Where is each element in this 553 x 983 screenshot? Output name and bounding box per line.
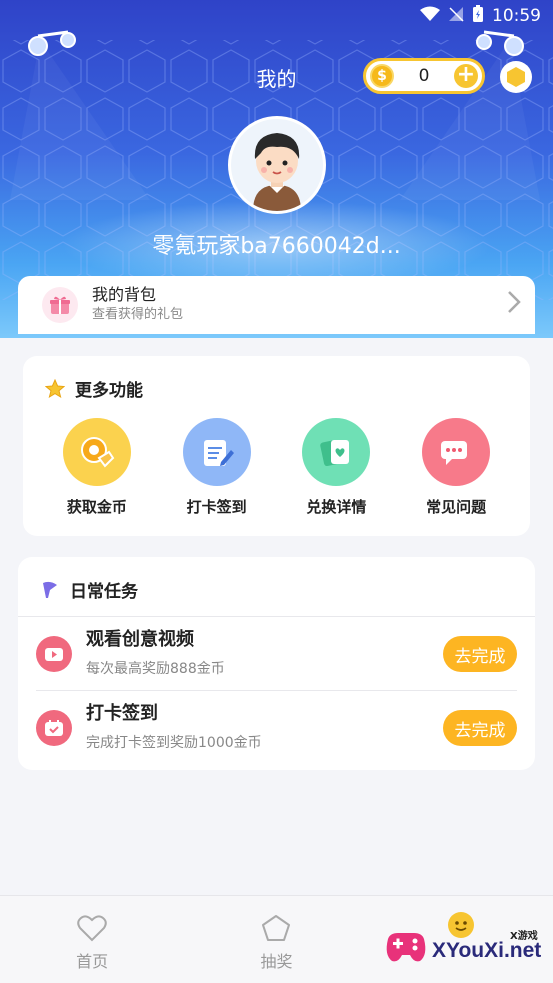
username: 零氪玩家ba7660042d...	[152, 234, 401, 259]
spotlight-left-icon	[28, 30, 76, 56]
gift-icon	[42, 287, 78, 323]
coin-hand-icon	[62, 418, 131, 486]
add-coin-button[interactable]: +	[453, 64, 478, 88]
gamepad-icon	[386, 933, 426, 962]
cards-icon	[302, 418, 371, 486]
go-complete-button[interactable]: 去完成	[443, 710, 517, 746]
more-functions-card: 更多功能 获取金币 打卡签到 兑换详情 常见问题	[23, 356, 530, 536]
backpack-subtitle: 查看获得的礼包	[92, 307, 184, 322]
calendar-check-icon	[36, 710, 72, 746]
daily-tasks-card: 日常任务 观看创意视频 每次最高奖励888金币 去完成 打卡签到 完成打卡签到奖…	[18, 557, 535, 770]
nav-home[interactable]: 首页	[0, 896, 184, 983]
section-title-more: 更多功能	[75, 381, 143, 401]
task-row: 观看创意视频 每次最高奖励888金币 去完成	[36, 617, 517, 691]
star-icon	[45, 378, 65, 398]
daily-tasks-header: 日常任务	[18, 557, 535, 617]
watermark-text: XYouXi.net	[432, 939, 542, 962]
go-complete-button[interactable]: 去完成	[443, 636, 517, 672]
settings-button[interactable]	[500, 61, 532, 93]
hexagon-icon	[507, 67, 525, 87]
task-title: 打卡签到	[86, 703, 158, 724]
wifi-icon	[420, 6, 440, 27]
chat-icon	[422, 418, 491, 486]
task-subtitle: 完成打卡签到奖励1000金币	[86, 735, 262, 751]
coin-icon: $	[370, 64, 394, 88]
status-time: 10:59	[492, 6, 541, 26]
nav-lottery[interactable]: 抽奖	[184, 896, 368, 983]
coin-balance[interactable]: $ 0 +	[363, 58, 485, 94]
task-row: 打卡签到 完成打卡签到奖励1000金币 去完成	[36, 691, 517, 765]
signal-icon	[448, 6, 464, 27]
get-coins-button[interactable]: 获取金币	[49, 418, 145, 517]
backpack-row[interactable]: 我的背包 查看获得的礼包	[18, 276, 535, 334]
watermark-logo: X游戏 XYouXi.net	[382, 925, 547, 975]
avatar-image	[253, 133, 301, 211]
section-title-daily: 日常任务	[70, 582, 138, 602]
heart-icon	[77, 915, 107, 942]
checkin-button[interactable]: 打卡签到	[169, 418, 265, 517]
checkin-icon	[182, 418, 251, 486]
pentagon-icon	[262, 915, 291, 941]
coin-amount: 0	[418, 66, 430, 86]
battery-icon	[472, 4, 484, 28]
video-icon	[36, 636, 72, 672]
flag-icon	[43, 581, 57, 598]
exchange-details-button[interactable]: 兑换详情	[288, 418, 384, 517]
task-title: 观看创意视频	[86, 629, 194, 650]
status-bar: 10:59	[420, 4, 541, 28]
chevron-right-icon	[507, 290, 521, 321]
backpack-title: 我的背包	[92, 285, 157, 304]
faq-button[interactable]: 常见问题	[408, 418, 504, 517]
task-subtitle: 每次最高奖励888金币	[86, 661, 225, 677]
avatar[interactable]	[228, 116, 326, 214]
